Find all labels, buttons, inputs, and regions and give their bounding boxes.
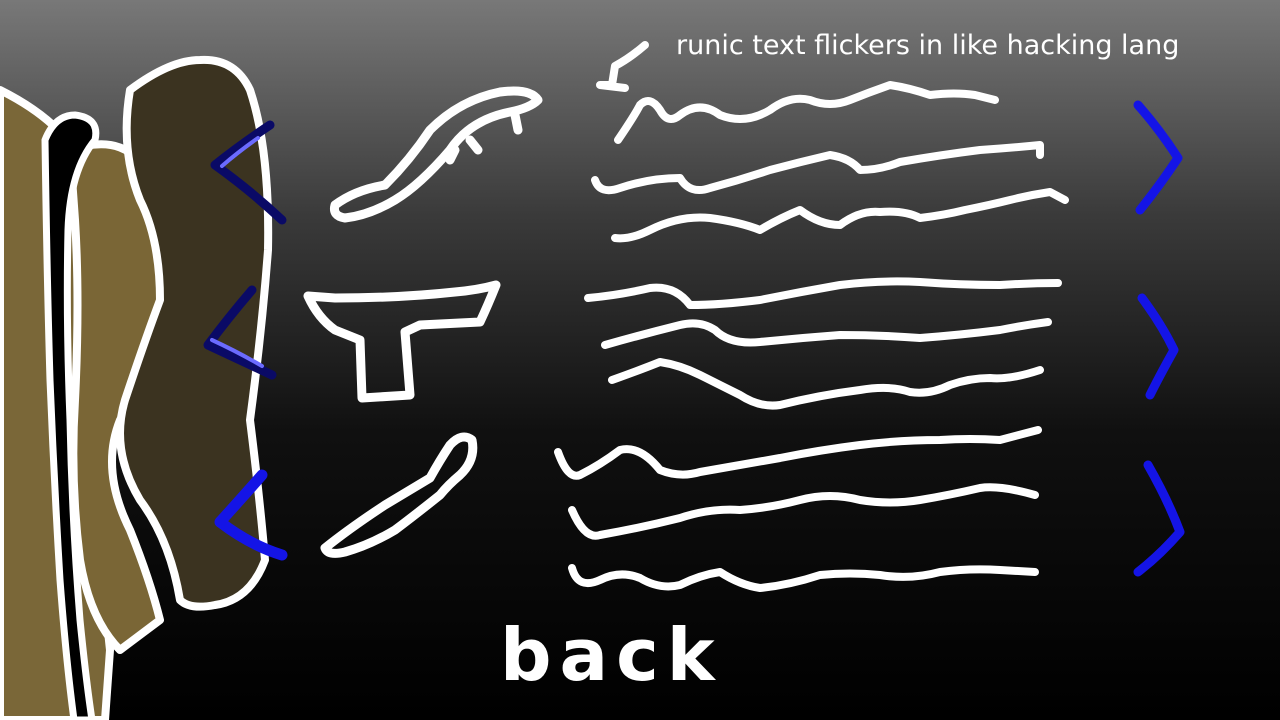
annotation-note: runic text flickers in like hacking lang (676, 30, 1180, 61)
right-arrow-1-hit[interactable] (1128, 95, 1188, 220)
left-arrow-3-hit[interactable] (210, 465, 290, 565)
left-arrow-1-hit[interactable] (205, 115, 290, 230)
staff-icon (320, 432, 478, 558)
right-arrow-2-hit[interactable] (1132, 288, 1187, 403)
right-arrow-3-hit[interactable] (1128, 455, 1190, 580)
sword-icon (330, 86, 543, 223)
pistol-icon (303, 280, 501, 403)
runic-text-block-3 (554, 426, 1042, 592)
runic-text-block-1 (591, 41, 1069, 243)
back-button[interactable]: back (500, 610, 715, 700)
runic-text-block-2 (584, 277, 1062, 410)
left-arrow-2-hit[interactable] (200, 282, 280, 382)
